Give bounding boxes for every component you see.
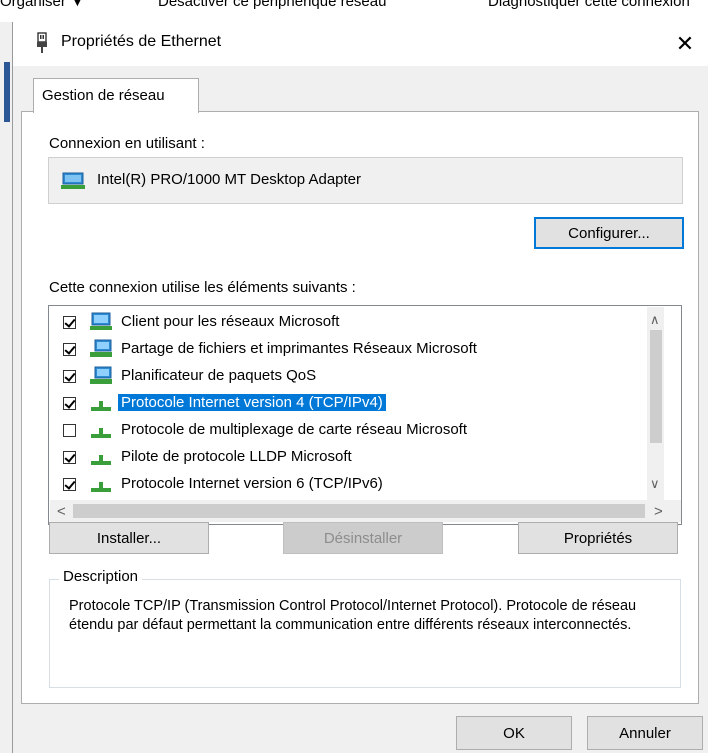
list-item-selected[interactable]: Protocole Internet version 4 (TCP/IPv4) [49,391,649,418]
bg-menu-organize[interactable]: Organiser ▼ [0,0,85,10]
component-checkbox[interactable] [63,478,76,491]
network-adapter-icon [61,172,85,189]
component-checkbox[interactable] [63,397,76,410]
protocol-icon [91,401,111,411]
vertical-scrollbar-thumb[interactable] [650,330,662,443]
list-item[interactable]: Planificateur de paquets QoS [49,364,649,391]
component-checkbox[interactable] [63,424,76,437]
protocol-icon [91,428,111,438]
ok-button[interactable]: OK [456,716,572,750]
components-label: Cette connexion utilise les éléments sui… [49,279,356,296]
component-label: Protocole Internet version 4 (TCP/IPv4) [118,394,386,411]
component-checkbox[interactable] [63,370,76,383]
connection-label: Connexion en utilisant : [49,135,205,152]
close-button[interactable]: ✕ [663,26,707,62]
description-legend: Description [59,568,143,585]
tab-networking[interactable]: Gestion de réseau [33,78,199,113]
bg-menu-diagnose[interactable]: Diagnostiquer cette connexion [488,0,690,10]
list-item[interactable]: Protocole de multiplexage de carte résea… [49,418,649,445]
components-list[interactable]: Client pour les réseaux Microsoft Partag… [48,305,682,525]
cancel-button[interactable]: Annuler [587,716,703,750]
install-button[interactable]: Installer... [49,522,209,554]
scroll-down-icon[interactable]: ∨ [650,476,660,492]
configure-button[interactable]: Configurer... [534,217,684,249]
component-checkbox[interactable] [63,343,76,356]
component-label: Partage de fichiers et imprimantes Résea… [121,340,477,357]
ethernet-plug-icon [37,32,47,53]
description-text: Protocole TCP/IP (Transmission Control P… [69,598,637,633]
adapter-name: Intel(R) PRO/1000 MT Desktop Adapter [97,171,362,188]
network-client-icon [90,312,112,330]
list-item[interactable]: Pilote de protocole LLDP Microsoft [49,445,649,472]
component-label: Client pour les réseaux Microsoft [121,313,340,330]
properties-button[interactable]: Propriétés [518,522,678,554]
scroll-right-icon[interactable]: > [654,503,663,520]
adapter-box: Intel(R) PRO/1000 MT Desktop Adapter [48,157,683,204]
scroll-up-icon[interactable]: ∧ [650,312,660,328]
network-service-icon [90,339,112,357]
close-icon: ✕ [675,31,695,56]
component-label: Planificateur de paquets QoS [121,367,317,384]
background-window-icon [4,62,10,122]
bg-menu-disable-device[interactable]: Désactiver ce périphérique réseau [158,0,386,10]
dialog-title: Propriétés de Ethernet [61,33,222,50]
ethernet-properties-dialog: Propriétés de Ethernet ✕ Gestion de rése… [12,22,708,753]
uninstall-button[interactable]: Désinstaller [283,522,443,554]
horizontal-scrollbar-thumb[interactable] [73,504,645,518]
title-bar: Propriétés de Ethernet ✕ [13,22,708,66]
list-item[interactable]: Client pour les réseaux Microsoft [49,310,649,337]
protocol-icon [91,482,111,492]
component-label: Protocole de multiplexage de carte résea… [121,421,468,438]
scroll-left-icon[interactable]: < [57,503,66,520]
background-window-toolbar: Organiser ▼ Désactiver ce périphérique r… [0,0,708,22]
list-item[interactable]: Protocole Internet version 6 (TCP/IPv6) [49,472,649,499]
protocol-icon [91,455,111,465]
component-label: Pilote de protocole LLDP Microsoft [121,448,352,465]
component-checkbox[interactable] [63,316,76,329]
component-checkbox[interactable] [63,451,76,464]
network-service-icon [90,366,112,384]
tab-networking-label: Gestion de réseau [42,87,165,104]
component-label: Protocole Internet version 6 (TCP/IPv6) [121,475,383,492]
list-item[interactable]: Partage de fichiers et imprimantes Résea… [49,337,649,364]
